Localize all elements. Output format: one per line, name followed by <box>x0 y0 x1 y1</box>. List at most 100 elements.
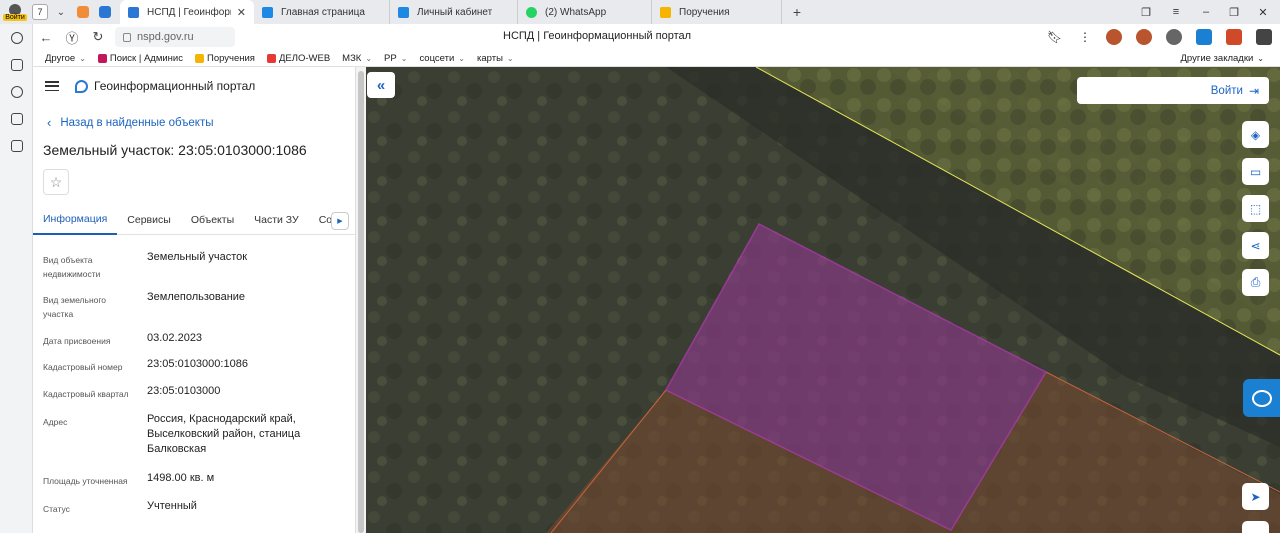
property-value: Россия, Краснодарский край, Выселковский… <box>147 413 301 455</box>
pinned-tab-mail-icon[interactable] <box>96 3 114 21</box>
login-button[interactable]: Войти ⇥ <box>1077 77 1269 104</box>
extension-5-icon[interactable] <box>1226 29 1242 45</box>
app-header: Геоинформационный портал <box>33 67 355 105</box>
tab-nspd[interactable]: НСПД | Геоинформаци ✕ <box>120 0 254 24</box>
more-options-icon[interactable]: ⋮ <box>1079 28 1091 46</box>
yandex-icon[interactable]: Ⓨ <box>59 24 85 50</box>
bookmark-item[interactable]: ДЕЛО-WEB <box>266 52 331 64</box>
tab-bar: Войти 7 ⌄ НСПД | Геоинформаци ✕ Главная … <box>0 0 1280 24</box>
bookmark-favicon-icon <box>194 53 204 63</box>
tab-3[interactable]: Части ЗУ <box>244 205 309 235</box>
extension-1-icon[interactable] <box>1106 29 1122 45</box>
media-icon[interactable] <box>0 132 33 159</box>
close-window-icon[interactable]: ✕ <box>1250 0 1276 24</box>
restore-icon[interactable]: ❐ <box>1221 0 1247 24</box>
tab-count-button[interactable]: 7 <box>32 4 48 20</box>
bookmark-label: Поручения <box>206 52 255 64</box>
property-label: Кадастровый квартал <box>43 389 129 399</box>
hamburger-menu-icon[interactable] <box>45 81 59 91</box>
object-title: Земельный участок: 23:05:0103000:1086 <box>43 142 307 158</box>
property-label: Площадь уточненная <box>43 476 128 486</box>
map-canvas[interactable] <box>366 67 1280 533</box>
tab-1[interactable]: Сервисы <box>117 205 181 235</box>
bookmark-item[interactable]: карты ⌄ <box>477 53 514 64</box>
chevron-down-icon: ⌄ <box>400 53 408 63</box>
back-arrow-icon[interactable]: ← <box>33 24 59 50</box>
locate-arrow-icon[interactable]: ➤ <box>1242 483 1269 510</box>
property-label: Статус <box>43 504 70 514</box>
property-value: 03.02.2023 <box>147 332 203 344</box>
whatsapp-favicon-icon <box>526 6 537 18</box>
tab-whatsapp[interactable]: (2) WhatsApp <box>518 0 652 24</box>
print-icon[interactable]: ⎙ <box>1242 269 1269 296</box>
tab-instructions[interactable]: Поручения <box>652 0 782 24</box>
select-area-icon[interactable]: ⬚ <box>1242 195 1269 222</box>
ruler-icon[interactable]: ▭ <box>1242 158 1269 185</box>
url-field[interactable]: nspd.gov.ru <box>115 27 235 47</box>
chevron-down-icon: ⌄ <box>506 53 514 63</box>
nspd-app: Геоинформационный портал ‹ Назад в найде… <box>33 67 1280 533</box>
tab-0[interactable]: Информация <box>33 205 118 235</box>
calendar-icon[interactable] <box>0 105 33 132</box>
chevron-down-icon: ⌄ <box>1257 54 1264 63</box>
property-label: Адрес <box>43 417 68 427</box>
bookmark-item[interactable]: Поручения <box>194 52 255 64</box>
bookmark-item[interactable]: МЗК ⌄ <box>342 53 372 64</box>
property-label: Вид объекта недвижимости <box>43 255 101 279</box>
address-bar: ← Ⓨ ↻ nspd.gov.ru НСПД | Геоинформационн… <box>33 24 1280 50</box>
bookmark-label: ДЕЛО-WEB <box>278 52 331 64</box>
instructions-favicon-icon <box>660 6 671 18</box>
chevron-down-icon: ⌄ <box>79 53 86 63</box>
tab-title: Главная страница <box>281 6 365 18</box>
property-label: Дата присвоения <box>43 336 111 346</box>
bookmark-label: соцсети <box>419 52 455 64</box>
bookmark-item[interactable]: Поиск | Админис <box>97 53 183 64</box>
extension-2-icon[interactable] <box>1136 29 1152 45</box>
panel-scrollbar[interactable] <box>355 67 366 533</box>
message-icon[interactable] <box>1242 521 1269 533</box>
app-title: Геоинформационный портал <box>94 79 256 93</box>
menu-icon[interactable]: ≡ <box>1163 0 1189 24</box>
share-icon[interactable]: ⋖ <box>1242 232 1269 259</box>
profile-button[interactable]: Войти <box>0 0 30 24</box>
tab-title: Личный кабинет <box>417 6 493 18</box>
bookmark-label: Другое <box>45 52 76 64</box>
tabs-dropdown-icon[interactable]: ⌄ <box>52 3 70 21</box>
bookmark-item[interactable]: Другое ⌄ <box>45 53 86 64</box>
bookmarks-bar: Другое ⌄ Поиск | Админис Поручения ДЕЛО-WEB М… <box>33 50 1280 67</box>
reload-icon[interactable]: ↻ <box>85 24 111 50</box>
favorite-star-icon[interactable]: ☆ <box>43 169 69 195</box>
video-icon[interactable] <box>0 78 33 105</box>
pinned-tab-alice-icon[interactable] <box>74 3 92 21</box>
property-label: Кадастровый номер <box>43 362 123 372</box>
back-to-results-link[interactable]: ‹ Назад в найденные объекты <box>47 115 214 130</box>
nspd-favicon-icon <box>128 6 139 18</box>
extension-3-icon[interactable] <box>1166 29 1182 45</box>
other-bookmarks[interactable]: Другие закладки ⌄ <box>1181 50 1265 67</box>
tab-personal-cabinet[interactable]: Личный кабинет <box>390 0 518 24</box>
history-icon[interactable] <box>0 24 33 51</box>
close-tab-icon[interactable]: ✕ <box>237 6 246 19</box>
satellite-map <box>366 67 1280 533</box>
layers-icon[interactable]: ◈ <box>1242 121 1269 148</box>
new-tab-plus-icon[interactable]: + <box>788 3 806 21</box>
bookmark-item[interactable]: соцсети ⌄ <box>419 53 465 64</box>
object-info-panel: Геоинформационный портал ‹ Назад в найде… <box>33 67 355 533</box>
extension-4-icon[interactable] <box>1196 29 1212 45</box>
downloads-icon[interactable] <box>1256 29 1272 45</box>
bookmark-item[interactable]: РР ⌄ <box>384 53 407 64</box>
notes-icon[interactable] <box>0 51 33 78</box>
bookmark-page-icon[interactable]: 🔖︎ <box>1047 28 1062 46</box>
cabinet-favicon-icon <box>398 6 409 18</box>
chevron-down-icon: ⌄ <box>365 53 373 63</box>
profile-badge: Войти <box>3 13 27 21</box>
login-label: Войти <box>1210 84 1243 97</box>
property-value: Учтенный <box>147 500 197 512</box>
tab-main-page[interactable]: Главная страница <box>254 0 390 24</box>
chat-support-icon[interactable] <box>1243 379 1280 417</box>
tabs-scroll-right-icon[interactable]: ▶ <box>331 212 349 230</box>
tab-2[interactable]: Объекты <box>181 205 244 235</box>
minimize-icon[interactable]: – <box>1193 0 1219 24</box>
bookmarks-panel-icon[interactable]: ❐ <box>1133 0 1159 24</box>
collapse-panel-icon[interactable]: « <box>367 72 395 98</box>
